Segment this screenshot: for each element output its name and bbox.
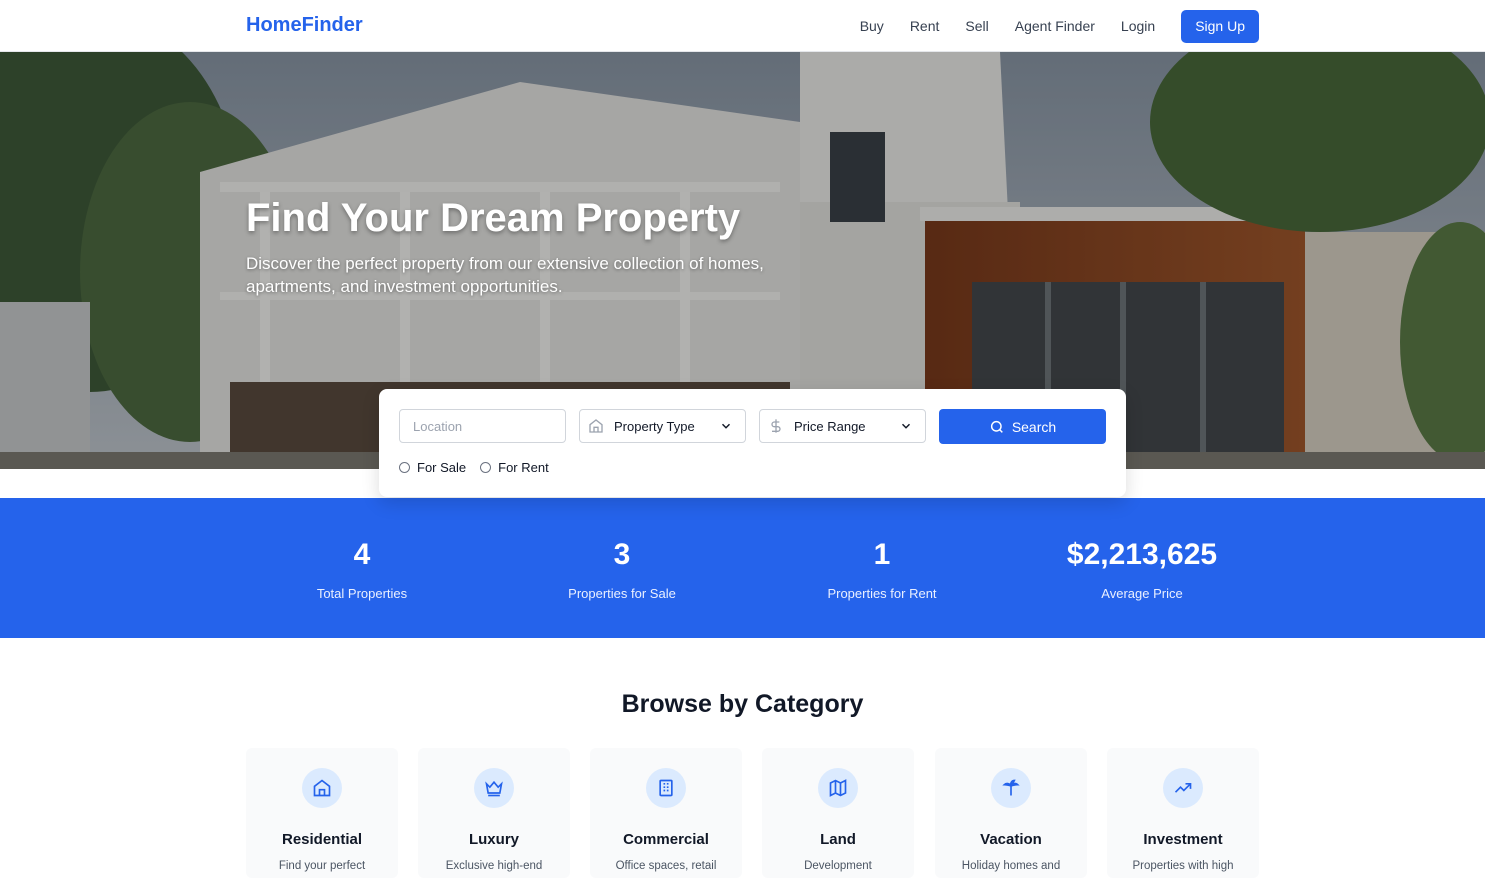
price-range-select[interactable]: Price Range bbox=[759, 409, 926, 443]
category-name: Land bbox=[820, 831, 856, 848]
search-icon bbox=[989, 419, 1005, 435]
category-desc: Properties with high bbox=[1132, 860, 1234, 872]
category-name: Investment bbox=[1143, 831, 1223, 848]
for-rent-label: For Rent bbox=[498, 460, 549, 475]
stat-value: 4 bbox=[353, 538, 371, 571]
palm-tree-icon bbox=[991, 768, 1031, 808]
category-card-vacation[interactable]: Vacation Holiday homes and bbox=[935, 748, 1087, 878]
stat-value: 3 bbox=[613, 538, 631, 571]
chevron-down-icon bbox=[719, 419, 733, 433]
location-placeholder: Location bbox=[413, 418, 463, 434]
category-name: Commercial bbox=[623, 831, 709, 848]
dollar-icon bbox=[768, 418, 784, 434]
building-icon bbox=[646, 768, 686, 808]
stat-for-rent: 1 Properties for Rent bbox=[752, 538, 1012, 601]
for-sale-label: For Sale bbox=[417, 460, 467, 475]
crown-icon bbox=[474, 768, 514, 808]
location-input[interactable]: Location bbox=[399, 409, 566, 443]
stat-label: Properties for Rent bbox=[827, 586, 937, 601]
nav-link-buy[interactable]: Buy bbox=[860, 9, 884, 43]
search-button[interactable]: Search bbox=[939, 409, 1106, 444]
stat-label: Average Price bbox=[1101, 586, 1183, 601]
stat-for-sale: 3 Properties for Sale bbox=[492, 538, 752, 601]
category-desc: Holiday homes and bbox=[961, 860, 1061, 872]
category-card-residential[interactable]: Residential Find your perfect bbox=[246, 748, 398, 878]
for-rent-radio[interactable]: For Rent bbox=[480, 460, 549, 475]
category-name: Vacation bbox=[980, 831, 1042, 848]
stat-average-price: $2,213,625 Average Price bbox=[1012, 538, 1272, 601]
top-navbar: HomeFinder Buy Rent Sell Agent Finder Lo… bbox=[0, 0, 1485, 52]
category-card-luxury[interactable]: Luxury Exclusive high-end bbox=[418, 748, 570, 878]
category-desc: Exclusive high-end bbox=[445, 860, 543, 872]
stat-value: 1 bbox=[873, 538, 891, 571]
home-icon bbox=[302, 768, 342, 808]
price-range-label: Price Range bbox=[794, 418, 866, 434]
map-icon bbox=[818, 768, 858, 808]
category-desc: Development bbox=[804, 860, 872, 872]
category-card-commercial[interactable]: Commercial Office spaces, retail bbox=[590, 748, 742, 878]
search-button-label: Search bbox=[1011, 418, 1057, 435]
sign-up-button[interactable]: Sign Up bbox=[1181, 9, 1259, 43]
nav-link-rent[interactable]: Rent bbox=[910, 9, 940, 43]
stat-label: Properties for Sale bbox=[568, 586, 676, 601]
stats-band: 4 Total Properties 3 Properties for Sale… bbox=[0, 498, 1485, 638]
hero-title: Find Your Dream Property bbox=[246, 196, 741, 240]
category-desc: Find your perfect bbox=[278, 860, 366, 872]
stat-value: $2,213,625 bbox=[1066, 538, 1218, 571]
category-name: Luxury bbox=[468, 831, 519, 848]
category-card-investment[interactable]: Investment Properties with high bbox=[1107, 748, 1259, 878]
nav-link-login[interactable]: Login bbox=[1121, 9, 1155, 43]
nav-link-sell[interactable]: Sell bbox=[965, 9, 988, 43]
stat-label: Total Properties bbox=[316, 586, 408, 601]
radio-circle[interactable] bbox=[480, 462, 492, 473]
property-type-select[interactable]: Property Type bbox=[579, 409, 746, 443]
stat-total-properties: 4 Total Properties bbox=[232, 538, 492, 601]
chevron-down-icon bbox=[899, 419, 913, 433]
radio-circle[interactable] bbox=[399, 462, 410, 473]
category-name: Residential bbox=[281, 831, 363, 848]
for-sale-radio[interactable]: For Sale bbox=[399, 460, 466, 475]
hero-subtitle: Discover the perfect property from our e… bbox=[246, 254, 764, 296]
listing-type-radios: For Sale For Rent bbox=[399, 460, 563, 475]
trending-up-icon bbox=[1163, 768, 1203, 808]
nav-links: Buy Rent Sell Agent Finder Login Sign Up bbox=[860, 9, 1259, 43]
category-desc: Office spaces, retail bbox=[615, 860, 717, 872]
category-card-land[interactable]: Land Development bbox=[762, 748, 914, 878]
home-icon bbox=[588, 418, 604, 434]
browse-by-category-heading: Browse by Category bbox=[621, 690, 864, 718]
search-panel: Location Property Type Price Range Searc… bbox=[379, 389, 1126, 497]
brand-logo[interactable]: HomeFinder bbox=[246, 14, 363, 37]
nav-link-agent-finder[interactable]: Agent Finder bbox=[1015, 9, 1095, 43]
property-type-label: Property Type bbox=[614, 418, 695, 434]
